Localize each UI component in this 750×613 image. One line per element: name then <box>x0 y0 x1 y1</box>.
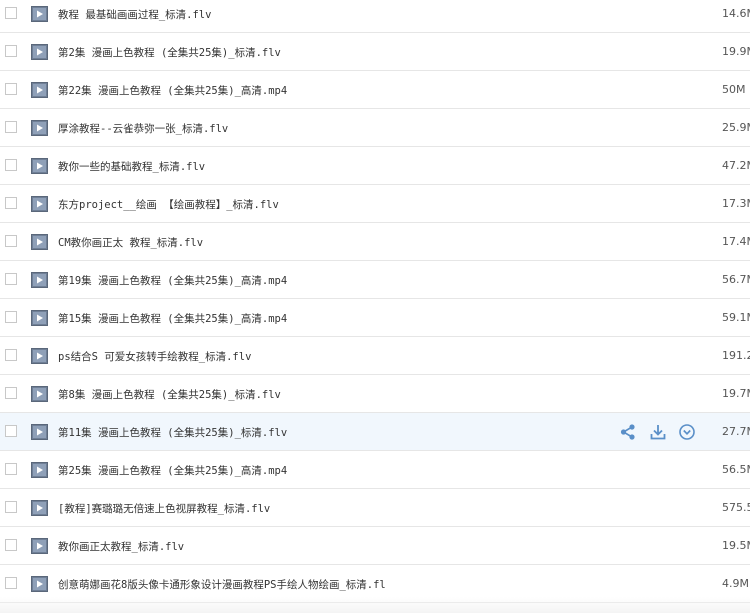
file-size: 19.9M <box>722 45 750 58</box>
file-row[interactable]: 第11集 漫画上色教程 (全集共25集)_标清.flv 27.7M <box>0 413 750 451</box>
file-size: 191.2 <box>722 349 750 362</box>
select-checkbox[interactable] <box>5 539 17 551</box>
file-name[interactable]: ps结合S 可爱女孩转手绘教程_标清.flv <box>58 349 251 364</box>
select-checkbox[interactable] <box>5 273 17 285</box>
select-checkbox[interactable] <box>5 235 17 247</box>
select-checkbox[interactable] <box>5 349 17 361</box>
file-size: 50M <box>722 83 746 96</box>
file-name[interactable]: 第22集 漫画上色教程 (全集共25集)_高清.mp4 <box>58 83 287 98</box>
file-row[interactable]: 第15集 漫画上色教程 (全集共25集)_高清.mp4 59.1M <box>0 299 750 337</box>
select-checkbox[interactable] <box>5 501 17 513</box>
file-row[interactable]: 第22集 漫画上色教程 (全集共25集)_高清.mp4 50M <box>0 71 750 109</box>
file-size: 59.1M <box>722 311 750 324</box>
share-icon[interactable] <box>619 423 637 441</box>
select-checkbox[interactable] <box>5 45 17 57</box>
file-size: 575.5 <box>722 501 750 514</box>
select-checkbox[interactable] <box>5 159 17 171</box>
file-name[interactable]: 创意萌娜画花8版头像卡通形象设计漫画教程PS手绘人物绘画_标清.fl <box>58 577 386 592</box>
select-checkbox[interactable] <box>5 311 17 323</box>
file-name[interactable]: 第11集 漫画上色教程 (全集共25集)_标清.flv <box>58 425 287 440</box>
file-size: 25.9M <box>722 121 750 134</box>
file-row[interactable]: 第8集 漫画上色教程 (全集共25集)_标清.flv 19.7M <box>0 375 750 413</box>
select-checkbox[interactable] <box>5 387 17 399</box>
file-name[interactable]: 教你画正太教程_标清.flv <box>58 539 184 554</box>
file-row[interactable]: 教你画正太教程_标清.flv 19.5M <box>0 527 750 565</box>
select-checkbox[interactable] <box>5 577 17 589</box>
file-name[interactable]: CM教你画正太 教程_标清.flv <box>58 235 203 250</box>
file-size: 56.5M <box>722 463 750 476</box>
file-row[interactable]: 东方project__绘画 【绘画教程】_标清.flv 17.3M <box>0 185 750 223</box>
file-size: 27.7M <box>722 425 750 438</box>
select-checkbox[interactable] <box>5 463 17 475</box>
file-row[interactable]: 厚涂教程--云雀恭弥一张_标清.flv 25.9M <box>0 109 750 147</box>
file-row[interactable]: CM教你画正太 教程_标清.flv 17.4M <box>0 223 750 261</box>
file-size: 19.5M <box>722 539 750 552</box>
video-file-icon <box>31 196 48 212</box>
file-name[interactable]: 第2集 漫画上色教程 (全集共25集)_标清.flv <box>58 45 281 60</box>
video-file-icon <box>31 462 48 478</box>
file-row[interactable]: 第2集 漫画上色教程 (全集共25集)_标清.flv 19.9M <box>0 33 750 71</box>
file-size: 17.4M <box>722 235 750 248</box>
file-row[interactable]: 教程 最基础画画过程_标清.flv 14.6M <box>0 0 750 33</box>
video-file-icon <box>31 158 48 174</box>
file-size: 47.2M <box>722 159 750 172</box>
file-size: 19.7M <box>722 387 750 400</box>
file-row[interactable]: 第19集 漫画上色教程 (全集共25集)_高清.mp4 56.7M <box>0 261 750 299</box>
select-checkbox[interactable] <box>5 83 17 95</box>
video-file-icon <box>31 272 48 288</box>
video-file-icon <box>31 44 48 60</box>
file-name[interactable]: 第8集 漫画上色教程 (全集共25集)_标清.flv <box>58 387 281 402</box>
video-file-icon <box>31 424 48 440</box>
file-size: 14.6M <box>722 7 750 20</box>
video-file-icon <box>31 386 48 402</box>
file-name[interactable]: 第25集 漫画上色教程 (全集共25集)_高清.mp4 <box>58 463 287 478</box>
file-list: 教程 最基础画画过程_标清.flv 14.6M 第2集 漫画上色教程 (全集共25集… <box>0 0 750 603</box>
more-icon[interactable] <box>678 423 696 441</box>
file-name[interactable]: 第19集 漫画上色教程 (全集共25集)_高清.mp4 <box>58 273 287 288</box>
file-row[interactable]: 第25集 漫画上色教程 (全集共25集)_高清.mp4 56.5M <box>0 451 750 489</box>
file-name[interactable]: [教程]赛璐璐无倍速上色视屏教程_标清.flv <box>58 501 270 516</box>
file-size: 4.9M <box>722 577 749 590</box>
select-checkbox[interactable] <box>5 425 17 437</box>
file-name[interactable]: 教你一些的基础教程_标清.flv <box>58 159 205 174</box>
download-icon[interactable] <box>649 423 667 441</box>
file-size: 56.7M <box>722 273 750 286</box>
video-file-icon <box>31 500 48 516</box>
video-file-icon <box>31 120 48 136</box>
video-file-icon <box>31 310 48 326</box>
select-checkbox[interactable] <box>5 7 17 19</box>
file-name[interactable]: 教程 最基础画画过程_标清.flv <box>58 7 211 22</box>
video-file-icon <box>31 234 48 250</box>
select-checkbox[interactable] <box>5 121 17 133</box>
video-file-icon <box>31 82 48 98</box>
file-row[interactable]: 教你一些的基础教程_标清.flv 47.2M <box>0 147 750 185</box>
file-name[interactable]: 第15集 漫画上色教程 (全集共25集)_高清.mp4 <box>58 311 287 326</box>
file-name[interactable]: 厚涂教程--云雀恭弥一张_标清.flv <box>58 121 228 136</box>
select-checkbox[interactable] <box>5 197 17 209</box>
file-size: 17.3M <box>722 197 750 210</box>
file-row[interactable]: [教程]赛璐璐无倍速上色视屏教程_标清.flv 575.5 <box>0 489 750 527</box>
video-file-icon <box>31 348 48 364</box>
file-row[interactable]: ps结合S 可爱女孩转手绘教程_标清.flv 191.2 <box>0 337 750 375</box>
file-name[interactable]: 东方project__绘画 【绘画教程】_标清.flv <box>58 197 279 212</box>
video-file-icon <box>31 538 48 554</box>
file-row[interactable]: 创意萌娜画花8版头像卡通形象设计漫画教程PS手绘人物绘画_标清.fl 4.9M <box>0 565 750 603</box>
video-file-icon <box>31 6 48 22</box>
video-file-icon <box>31 576 48 592</box>
